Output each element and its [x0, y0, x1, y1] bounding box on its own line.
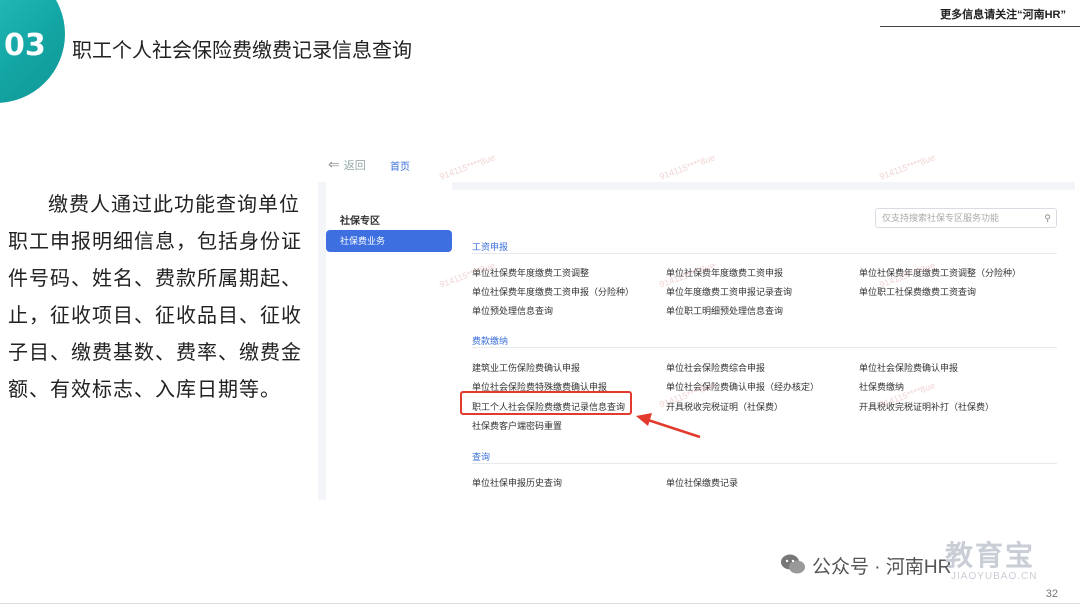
site-logo-subtext: JIAOYUBAO.CN — [951, 571, 1038, 582]
screenshot-topbar: ⇐ 返回 首页 — [318, 150, 1075, 182]
highlight-box — [460, 391, 632, 415]
function-link[interactable]: 单位社会保险费确认申报 — [859, 361, 958, 374]
function-link[interactable]: 单位职工社保费缴费工资查询 — [859, 285, 976, 298]
function-link[interactable]: 单位社保费年度缴费工资申报 — [666, 266, 783, 279]
back-link[interactable]: ⇐ 返回 — [328, 156, 366, 173]
function-link[interactable]: 单位社会保险费综合申报 — [666, 361, 765, 374]
description-text: 缴费人通过此功能查询单位职工申报明细信息，包括身份证件号码、姓名、费款所属期起、… — [8, 192, 302, 401]
function-link[interactable]: 单位社会保险费确认申报（经办核定） — [666, 380, 819, 393]
function-panel: 仅支持搜索社保专区服务功能 ⚲ 工资申报 单位社保费年度缴费工资调整 单位社保费年… — [452, 190, 1075, 500]
back-label: 返回 — [343, 160, 366, 172]
function-link[interactable]: 单位社保费年度缴费工资申报（分险种） — [472, 285, 634, 298]
section-title-wage: 工资申报 — [472, 242, 509, 252]
search-placeholder: 仅支持搜索社保专区服务功能 — [882, 213, 1000, 223]
section-number: 03 — [4, 28, 46, 63]
sidebar-item-social-insurance[interactable]: 社保费业务 — [326, 230, 452, 252]
function-link[interactable]: 社保费客户端密码重置 — [472, 419, 562, 432]
section-divider — [472, 463, 1057, 464]
page-number: 32 — [1045, 588, 1058, 600]
function-link[interactable]: 单位预处理信息查询 — [472, 304, 553, 317]
function-link[interactable]: 单位社保费年度缴费工资调整（分险种） — [859, 266, 1021, 279]
wechat-icon — [781, 554, 805, 574]
search-input[interactable]: 仅支持搜索社保专区服务功能 ⚲ — [875, 208, 1057, 228]
function-link[interactable]: 单位社保申报历史查询 — [472, 476, 562, 489]
section-divider — [472, 347, 1057, 348]
screenshot-body: 社保专区 社保费业务 仅支持搜索社保专区服务功能 ⚲ 工资申报 单位社保费年度缴费… — [318, 182, 1075, 500]
function-link[interactable]: 单位社保缴费记录 — [666, 476, 738, 489]
bottom-divider — [0, 603, 1080, 604]
top-divider — [880, 26, 1080, 27]
section-title-query: 查询 — [472, 452, 491, 462]
back-arrow-icon: ⇐ — [328, 156, 340, 172]
sidebar-title: 社保专区 — [340, 216, 380, 227]
slide-title: 职工个人社会保险费缴费记录信息查询 — [72, 38, 412, 62]
sidebar: 社保专区 社保费业务 — [326, 182, 452, 500]
search-icon[interactable]: ⚲ — [1044, 209, 1051, 227]
footer-brand: 公众号 · 河南HR — [812, 557, 952, 578]
top-note: 更多信息请关注“河南HR” — [940, 9, 1066, 21]
function-link[interactable]: 单位社保费年度缴费工资调整 — [472, 266, 589, 279]
function-link[interactable]: 开具税收完税证明补打（社保费） — [859, 400, 994, 413]
section-title-payment: 费款缴纳 — [472, 336, 509, 346]
function-link[interactable]: 建筑业工伤保险费确认申报 — [472, 361, 580, 374]
site-logo-text: 教育宝 — [945, 540, 1036, 571]
function-link[interactable]: 单位年度缴费工资申报记录查询 — [666, 285, 792, 298]
section-divider — [472, 253, 1057, 254]
function-link[interactable]: 单位职工明细预处理信息查询 — [666, 304, 783, 317]
function-link[interactable]: 开具税收完税证明（社保费） — [666, 400, 783, 413]
home-link[interactable]: 首页 — [390, 158, 410, 173]
function-link[interactable]: 社保费缴纳 — [859, 380, 904, 393]
embedded-screenshot: ⇐ 返回 首页 社保专区 社保费业务 仅支持搜索社保专区服务功能 ⚲ 工资申报 单位… — [318, 150, 1075, 500]
